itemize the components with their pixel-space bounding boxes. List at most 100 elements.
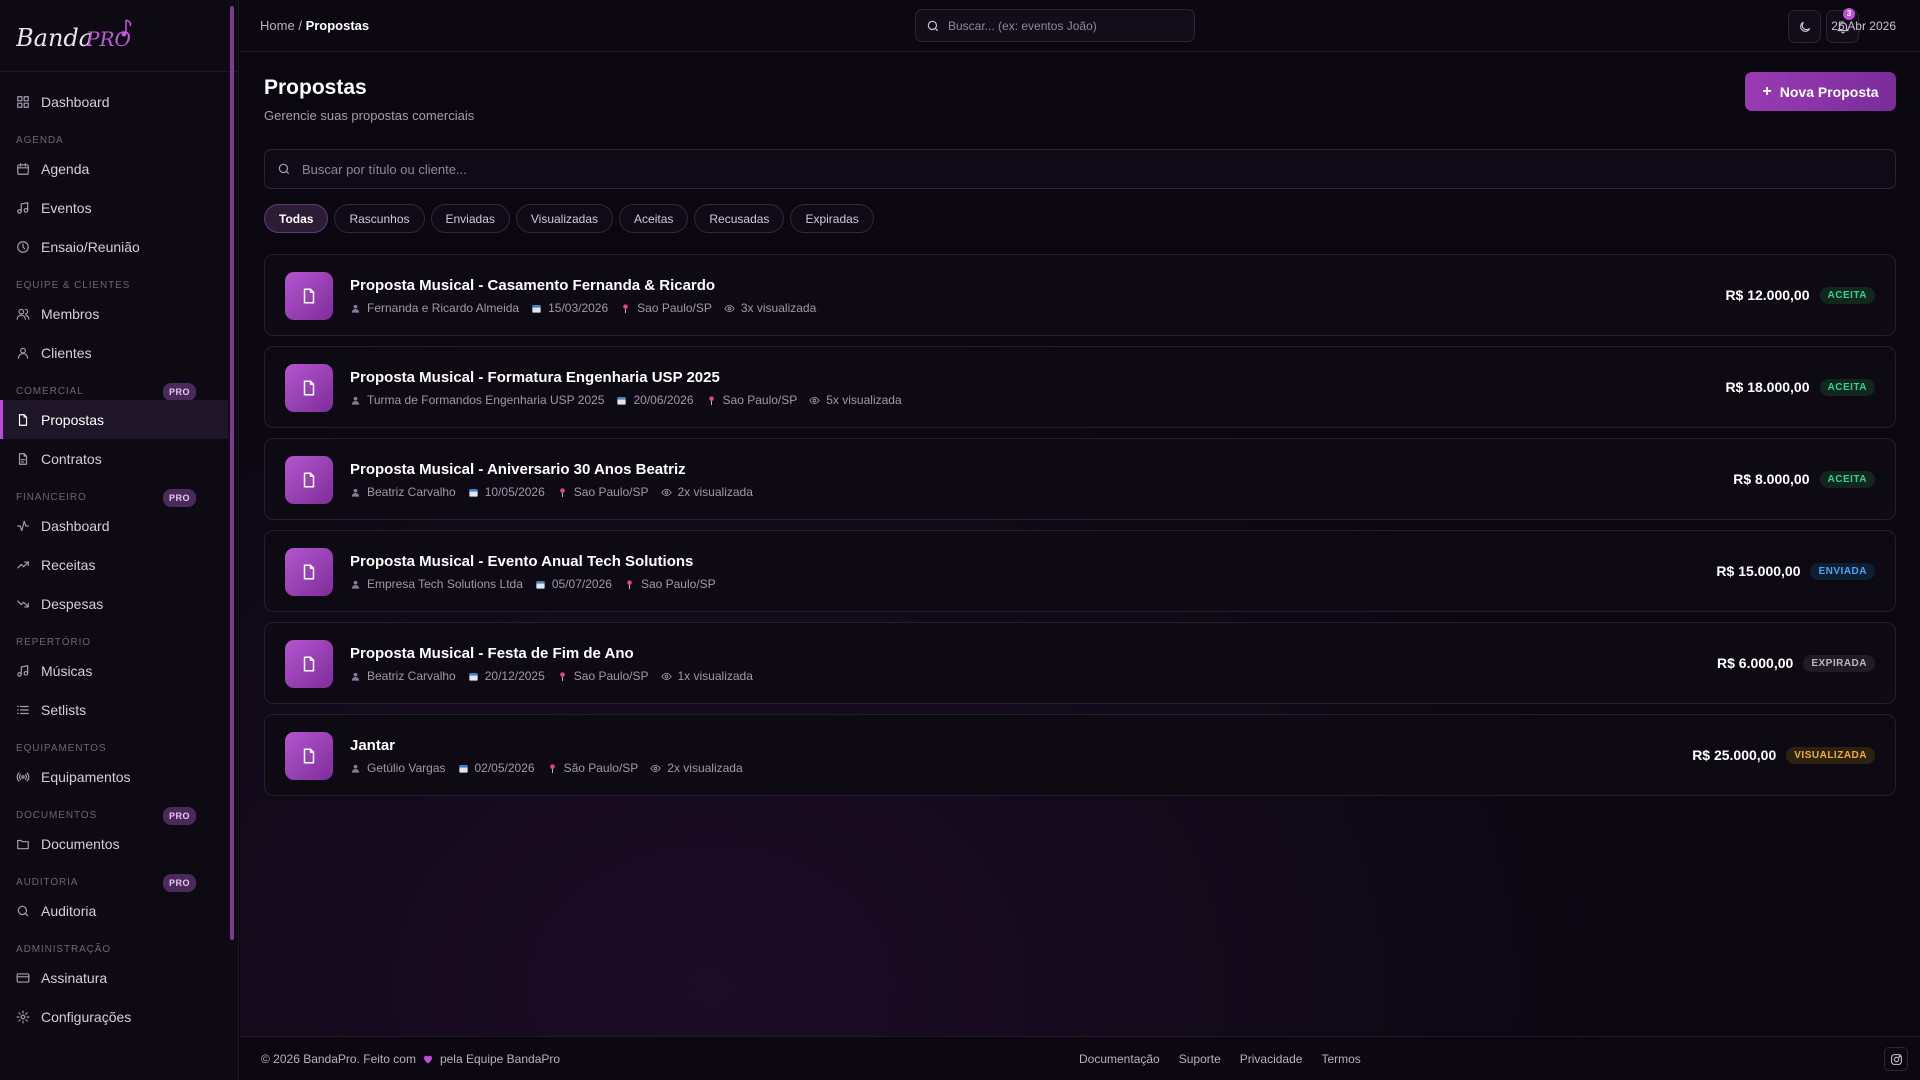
- proposal-date-text: 15/03/2026: [548, 301, 609, 315]
- proposal-price: R$ 6.000,00: [1717, 655, 1794, 671]
- sidebar-item-assinatura[interactable]: Assinatura: [0, 958, 228, 997]
- filter-tab-aceitas[interactable]: Aceitas: [619, 204, 689, 233]
- proposal-title[interactable]: Proposta Musical - Evento Anual Tech Sol…: [350, 553, 693, 570]
- footer-link-suporte[interactable]: Suporte: [1179, 1052, 1221, 1066]
- eye-icon: [724, 303, 735, 314]
- proposal-card[interactable]: Proposta Musical - Aniversario 30 Anos B…: [264, 438, 1896, 520]
- proposal-client: Beatriz Carvalho: [350, 485, 456, 499]
- nav-group-title: FINANCEIRO: [16, 492, 87, 503]
- proposal-location: São Paulo/SP: [547, 761, 638, 775]
- sidebar-scrollbar[interactable]: [230, 6, 234, 940]
- proposal-card[interactable]: Proposta Musical - Casamento Fernanda & …: [264, 254, 1896, 336]
- calendar-icon: [458, 763, 469, 774]
- sidebar-item-clientes[interactable]: Clientes: [0, 333, 228, 372]
- proposal-title[interactable]: Proposta Musical - Formatura Engenharia …: [350, 369, 720, 386]
- footer-link-termos[interactable]: Termos: [1321, 1052, 1360, 1066]
- plus-icon: +: [1762, 82, 1772, 100]
- proposal-date: 02/05/2026: [458, 761, 535, 775]
- footer-link-documentacao[interactable]: Documentação: [1079, 1052, 1160, 1066]
- proposal-card[interactable]: Proposta Musical - Evento Anual Tech Sol…: [264, 530, 1896, 612]
- status-badge: EXPIRADA: [1803, 654, 1875, 672]
- contract-icon: [16, 452, 30, 466]
- proposal-card[interactable]: Proposta Musical - Formatura Engenharia …: [264, 346, 1896, 428]
- user-icon: [350, 763, 361, 774]
- sidebar-item-dashboard[interactable]: Dashboard: [0, 506, 228, 545]
- filter-tab-recusadas[interactable]: Recusadas: [694, 204, 785, 233]
- proposal-client: Getúlio Vargas: [350, 761, 446, 775]
- sidebar-item-setlists[interactable]: Setlists: [0, 690, 228, 729]
- proposal-price: R$ 25.000,00: [1692, 747, 1777, 763]
- user-icon: [350, 487, 361, 498]
- footer-link-privacidade[interactable]: Privacidade: [1240, 1052, 1303, 1066]
- proposal-client-text: Fernanda e Ricardo Almeida: [367, 301, 520, 315]
- calendar-icon: [535, 579, 546, 590]
- nav-group-title: ADMINISTRAÇÃO: [16, 944, 112, 955]
- breadcrumb-separator: /: [298, 18, 302, 33]
- proposal-card[interactable]: Proposta Musical - Festa de Fim de Ano Be…: [264, 622, 1896, 704]
- breadcrumb-home[interactable]: Home: [260, 18, 295, 33]
- filter-tab-rascunhos[interactable]: Rascunhos: [334, 204, 425, 233]
- proposal-views: 2x visualizada: [650, 761, 743, 775]
- search-icon: [926, 19, 940, 33]
- filter-tab-enviadas[interactable]: Enviadas: [430, 204, 510, 233]
- user-icon: [350, 303, 361, 314]
- sidebar-item-ensaio-reuniao[interactable]: Ensaio/Reunião: [0, 227, 228, 266]
- new-proposal-button[interactable]: + Nova Proposta: [1745, 72, 1896, 111]
- pro-badge: PRO: [162, 489, 196, 507]
- music-note-icon: [16, 201, 30, 215]
- proposal-title[interactable]: Jantar: [350, 737, 395, 754]
- filter-tab-todas[interactable]: Todas: [264, 204, 329, 233]
- proposal-title[interactable]: Proposta Musical - Casamento Fernanda & …: [350, 277, 715, 294]
- user-icon: [350, 671, 361, 682]
- proposal-meta: Beatriz Carvalho 10/05/2026 Sao Paulo/SP 2x…: [350, 485, 765, 499]
- calendar-icon: [468, 487, 479, 498]
- status-badge: ENVIADA: [1810, 562, 1875, 580]
- global-search-input[interactable]: Buscar... (ex: eventos João): [915, 9, 1195, 42]
- sidebar-item-label: Setlists: [41, 701, 87, 718]
- proposal-meta: Getúlio Vargas 02/05/2026 São Paulo/SP 2x v…: [350, 761, 755, 775]
- sidebar-item-dashboard[interactable]: Dashboard: [0, 82, 228, 121]
- sidebar-item-contratos[interactable]: Contratos: [0, 439, 228, 478]
- sidebar-item-receitas[interactable]: Receitas: [0, 545, 228, 584]
- instagram-button[interactable]: [1884, 1047, 1908, 1071]
- sidebar-item-eventos[interactable]: Eventos: [0, 188, 228, 227]
- sidebar-item-configuracoes[interactable]: Configurações: [0, 997, 228, 1036]
- brand-logo[interactable]: Banda PRO: [0, 0, 238, 72]
- pin-icon: [620, 303, 631, 314]
- proposal-client-text: Beatriz Carvalho: [367, 485, 456, 499]
- proposal-search-input[interactable]: Buscar por título ou cliente...: [264, 149, 1896, 189]
- document-icon: [285, 732, 333, 780]
- sidebar-item-musicas[interactable]: Músicas: [0, 651, 228, 690]
- trending-down-icon: [16, 597, 30, 611]
- proposal-views: 2x visualizada: [660, 485, 753, 499]
- sidebar-item-documentos[interactable]: Documentos: [0, 824, 228, 863]
- users-icon: [16, 307, 30, 321]
- filter-tab-visualizadas[interactable]: Visualizadas: [515, 204, 614, 233]
- proposal-title[interactable]: Proposta Musical - Aniversario 30 Anos B…: [350, 461, 686, 478]
- nav-group-label: EQUIPAMENTOS: [0, 741, 212, 757]
- sidebar-item-equipamentos[interactable]: Equipamentos: [0, 757, 228, 796]
- filter-tab-expiradas[interactable]: Expiradas: [790, 204, 874, 233]
- sidebar-item-agenda[interactable]: Agenda: [0, 149, 228, 188]
- proposal-client: Turma de Formandos Engenharia USP 2025: [350, 393, 604, 407]
- sidebar-item-membros[interactable]: Membros: [0, 294, 228, 333]
- breadcrumb-current: Propostas: [305, 18, 370, 33]
- status-badge: VISUALIZADA: [1786, 746, 1875, 764]
- theme-toggle-button[interactable]: [1788, 10, 1821, 43]
- page-title: Propostas: [264, 76, 367, 99]
- proposal-summary: R$ 8.000,00 ACEITA: [1733, 439, 1875, 519]
- nav-group-label: EQUIPE & CLIENTES: [0, 278, 212, 294]
- proposal-card[interactable]: Jantar Getúlio Vargas 02/05/2026 São Paulo/…: [264, 714, 1896, 796]
- proposal-summary: R$ 6.000,00 EXPIRADA: [1717, 623, 1875, 703]
- pin-icon: [547, 763, 558, 774]
- sidebar-item-propostas[interactable]: Propostas: [0, 400, 228, 439]
- sidebar-item-auditoria[interactable]: Auditoria: [0, 891, 228, 930]
- document-icon: [285, 548, 333, 596]
- user-icon: [350, 579, 361, 590]
- proposal-title[interactable]: Proposta Musical - Festa de Fim de Ano: [350, 645, 634, 662]
- activity-icon: [16, 519, 30, 533]
- list-icon: [16, 703, 30, 717]
- sidebar-item-despesas[interactable]: Despesas: [0, 584, 228, 623]
- user-icon: [350, 395, 361, 406]
- nav-group-label: REPERTÓRIO: [0, 635, 212, 651]
